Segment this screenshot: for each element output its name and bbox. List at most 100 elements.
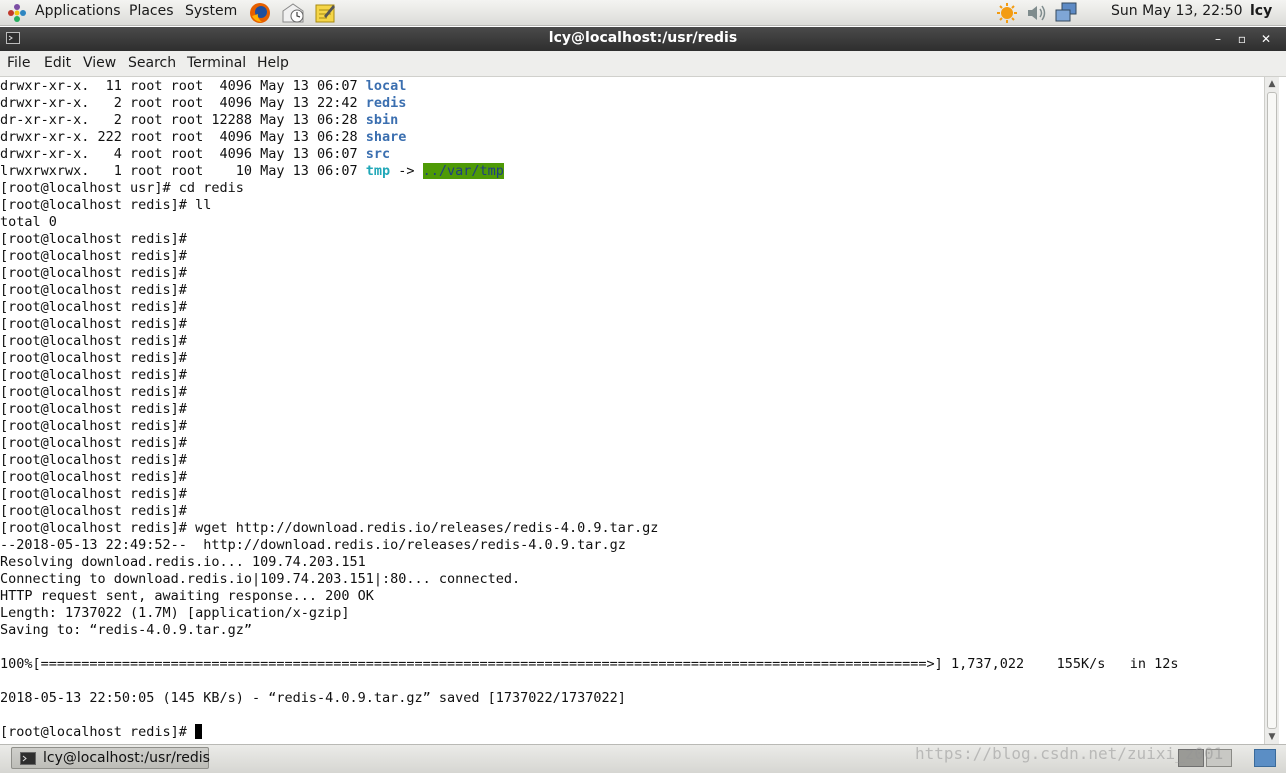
terminal-line: [root@localhost redis]# <box>0 299 1179 316</box>
terminal-line: [root@localhost redis]# ll <box>0 197 1179 214</box>
terminal-output[interactable]: drwxr-xr-x. 11 root root 4096 May 13 06:… <box>0 77 1264 744</box>
terminal-line-text: Resolving download.redis.io... 109.74.20… <box>0 554 366 570</box>
scroll-down-arrow-icon[interactable]: ▼ <box>1265 730 1279 744</box>
terminal-line-text: [root@localhost redis]# <box>0 316 187 332</box>
terminal-line: --2018-05-13 22:49:52-- http://download.… <box>0 537 1179 554</box>
terminal-line: drwxr-xr-x. 222 root root 4096 May 13 06… <box>0 129 1179 146</box>
terminal-line-text: [root@localhost redis]# <box>0 265 187 281</box>
window-titlebar[interactable]: lcy@localhost:/usr/redis – ▫ ✕ <box>0 27 1286 51</box>
terminal-lines: drwxr-xr-x. 11 root root 4096 May 13 06:… <box>0 78 1179 741</box>
weather-icon[interactable] <box>996 2 1018 24</box>
menu-places[interactable]: Places <box>129 3 174 19</box>
minimize-button[interactable]: – <box>1209 30 1227 48</box>
terminal-line-text: drwxr-xr-x. 11 root root 4096 May 13 06:… <box>0 78 366 94</box>
terminal-line: [root@localhost redis]# <box>0 231 1179 248</box>
terminal-line: [root@localhost redis]# <box>0 350 1179 367</box>
terminal-line-text: [root@localhost redis]# <box>0 282 187 298</box>
symlink-arrow: -> <box>390 163 423 179</box>
terminal-line-text: [root@localhost redis]# <box>0 418 187 434</box>
terminal-line: [root@localhost redis]# <box>0 401 1179 418</box>
menu-search[interactable]: Search <box>128 55 176 71</box>
terminal-line: Length: 1737022 (1.7M) [application/x-gz… <box>0 605 1179 622</box>
terminal-line: [root@localhost redis]# <box>0 265 1179 282</box>
terminal-line-text: [root@localhost redis]# <box>0 367 187 383</box>
top-panel: Applications Places System Sun May 13, 2… <box>0 0 1286 26</box>
terminal-line: 100%[===================================… <box>0 656 1179 673</box>
menu-help[interactable]: Help <box>257 55 289 71</box>
terminal-line-text: [root@localhost redis]# <box>0 401 187 417</box>
terminal-line-text: [root@localhost redis]# <box>0 469 187 485</box>
terminal-line: [root@localhost redis]# <box>0 452 1179 469</box>
workspace-switcher[interactable] <box>1254 749 1276 767</box>
terminal-line-text: [root@localhost redis]# <box>0 724 196 740</box>
terminal-line: drwxr-xr-x. 11 root root 4096 May 13 06:… <box>0 78 1179 95</box>
terminal-line: [root@localhost redis]# <box>0 248 1179 265</box>
terminal-line-text: [root@localhost redis]# wget http://down… <box>0 520 659 536</box>
scroll-up-arrow-icon[interactable]: ▲ <box>1265 77 1279 91</box>
clock[interactable]: Sun May 13, 22:50 <box>1111 3 1243 19</box>
scrollbar[interactable]: ▲ ▼ <box>1264 77 1279 744</box>
terminal-line-text: HTTP request sent, awaiting response... … <box>0 588 374 604</box>
terminal-line-text: [root@localhost redis]# <box>0 503 187 519</box>
symlink-name: tmp <box>365 163 391 179</box>
notes-icon[interactable] <box>314 2 336 24</box>
evolution-icon[interactable] <box>281 2 305 24</box>
firefox-icon[interactable] <box>249 2 271 24</box>
terminal-line: [root@localhost redis]# wget http://down… <box>0 520 1179 537</box>
terminal-line-text: [root@localhost redis]# <box>0 333 187 349</box>
terminal-line: [root@localhost redis]# <box>0 486 1179 503</box>
watermark: https://blog.csdn.net/zuixi_z001 <box>915 744 1224 763</box>
terminal-line: HTTP request sent, awaiting response... … <box>0 588 1179 605</box>
window-border <box>1279 77 1286 744</box>
taskbar-window-label: lcy@localhost:/usr/redis <box>43 750 210 766</box>
directory-name: local <box>365 78 407 94</box>
terminal-line-text: dr-xr-xr-x. 2 root root 12288 May 13 06:… <box>0 112 366 128</box>
terminal-line: total 0 <box>0 214 1179 231</box>
symlink-target: ../var/tmp <box>422 163 504 179</box>
terminal-line: 2018-05-13 22:50:05 (145 KB/s) - “redis-… <box>0 690 1179 707</box>
taskbar-window-button[interactable]: lcy@localhost:/usr/redis <box>11 747 210 769</box>
terminal-line: [root@localhost redis]# <box>0 724 1179 741</box>
user-menu[interactable]: lcy <box>1250 3 1272 19</box>
terminal-line: Connecting to download.redis.io|109.74.2… <box>0 571 1179 588</box>
menu-file[interactable]: File <box>7 55 30 71</box>
close-button[interactable]: ✕ <box>1257 30 1275 48</box>
menu-edit[interactable]: Edit <box>44 55 71 71</box>
terminal-line: drwxr-xr-x. 4 root root 4096 May 13 06:0… <box>0 146 1179 163</box>
directory-name: src <box>365 146 391 162</box>
terminal-line: lrwxrwxrwx. 1 root root 10 May 13 06:07 … <box>0 163 1179 180</box>
terminal-line: [root@localhost redis]# <box>0 367 1179 384</box>
terminal-line-text: Length: 1737022 (1.7M) [application/x-gz… <box>0 605 350 621</box>
applications-icon[interactable] <box>7 3 27 23</box>
terminal-line-text: [root@localhost redis]# <box>0 435 187 451</box>
network-icon[interactable] <box>1054 2 1078 24</box>
menu-terminal[interactable]: Terminal <box>187 55 246 71</box>
terminal-line: [root@localhost redis]# <box>0 469 1179 486</box>
terminal-line-text: [root@localhost redis]# <box>0 486 187 502</box>
menu-system[interactable]: System <box>185 3 237 19</box>
terminal-line-text: 2018-05-13 22:50:05 (145 KB/s) - “redis-… <box>0 690 626 706</box>
volume-icon[interactable] <box>1026 3 1048 23</box>
directory-name: redis <box>365 95 407 111</box>
terminal-line: dr-xr-xr-x. 2 root root 12288 May 13 06:… <box>0 112 1179 129</box>
terminal-line-text: drwxr-xr-x. 4 root root 4096 May 13 06:0… <box>0 146 366 162</box>
terminal-line-text: Saving to: “redis-4.0.9.tar.gz” <box>0 622 252 638</box>
terminal-icon <box>20 752 36 765</box>
terminal-line-text: Connecting to download.redis.io|109.74.2… <box>0 571 521 587</box>
terminal-line: [root@localhost usr]# cd redis <box>0 180 1179 197</box>
terminal-menubar: File Edit View Search Terminal Help <box>0 51 1286 77</box>
terminal-line-text: [root@localhost redis]# <box>0 452 187 468</box>
directory-name: sbin <box>365 112 399 128</box>
terminal-line-text: [root@localhost redis]# <box>0 231 187 247</box>
directory-name: share <box>365 129 407 145</box>
terminal-line-text: [root@localhost redis]# <box>0 384 187 400</box>
terminal-line: [root@localhost redis]# <box>0 384 1179 401</box>
menu-applications[interactable]: Applications <box>35 3 121 19</box>
maximize-button[interactable]: ▫ <box>1233 30 1251 48</box>
scrollbar-thumb[interactable] <box>1267 92 1277 729</box>
terminal-line: Resolving download.redis.io... 109.74.20… <box>0 554 1179 571</box>
menu-view[interactable]: View <box>83 55 116 71</box>
terminal-line-text: [root@localhost usr]# cd redis <box>0 180 244 196</box>
